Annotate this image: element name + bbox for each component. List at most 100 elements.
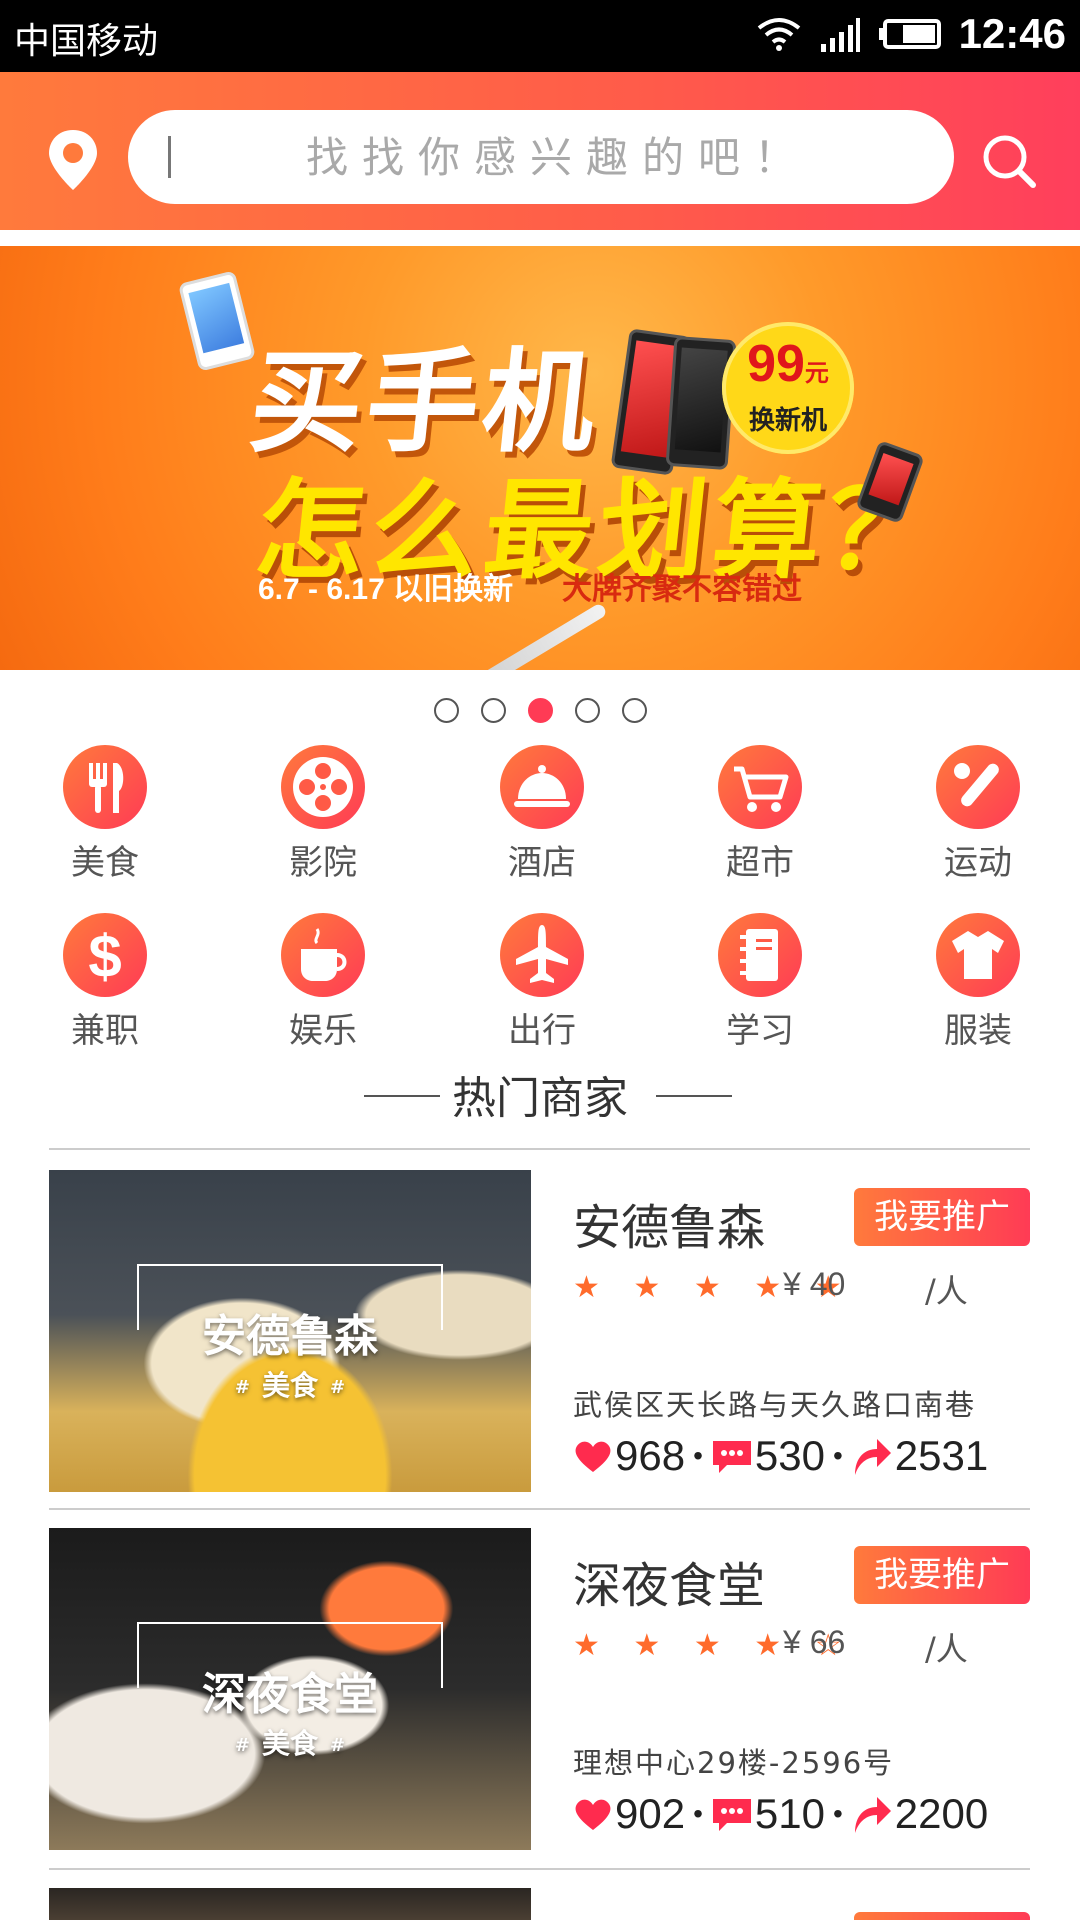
section-divider-right xyxy=(656,1095,732,1097)
category-label: 超市 xyxy=(726,843,794,883)
separator: • xyxy=(693,1798,703,1829)
merchant-card[interactable]: 深夜食堂 # 美食 # 深夜食堂 我要推广 ★ ★ ★ ★ ☆ ¥ 66 /人 理想… xyxy=(49,1528,1030,1850)
carousel-dot-active[interactable] xyxy=(527,698,553,723)
notebook-icon xyxy=(718,913,802,997)
merchant-photo[interactable]: 安德鲁森 # 美食 # xyxy=(49,1170,531,1492)
wifi-icon xyxy=(757,18,800,51)
carousel-dot[interactable] xyxy=(480,698,506,723)
battery-icon xyxy=(878,19,941,49)
phone-image xyxy=(177,270,257,372)
category-supermarket[interactable]: 超市 xyxy=(680,745,840,884)
share-icon[interactable] xyxy=(851,1435,893,1477)
merchant-address: 武侯区天长路与天久路口南巷 xyxy=(573,1388,977,1422)
signal-icon xyxy=(820,18,860,52)
carousel-indicator xyxy=(0,698,1080,723)
price-badge: 99元 换新机 xyxy=(722,322,854,454)
location-pin-icon[interactable] xyxy=(46,128,100,192)
category-parttime[interactable]: $ 兼职 xyxy=(25,913,185,1052)
photo-title: 深夜食堂 xyxy=(202,1669,378,1720)
clock: 12:46 xyxy=(958,10,1066,57)
section-title: 热门商家 xyxy=(452,1073,628,1124)
comment-icon[interactable] xyxy=(711,1437,753,1475)
divider xyxy=(49,1508,1030,1510)
fork-knife-icon xyxy=(63,745,147,829)
category-label: 服装 xyxy=(944,1011,1012,1051)
text-caret xyxy=(168,136,171,178)
divider xyxy=(49,1148,1030,1150)
carousel-dot[interactable] xyxy=(621,698,647,723)
category-travel[interactable]: 出行 xyxy=(462,913,622,1052)
photo-title: 安德鲁森 xyxy=(202,1311,378,1362)
tshirt-icon xyxy=(936,913,1020,997)
carousel-dot[interactable] xyxy=(433,698,459,723)
category-sports[interactable]: 运动 xyxy=(898,745,1058,884)
category-label: 影院 xyxy=(289,843,357,883)
price: ¥ 66 xyxy=(783,1624,846,1660)
coffee-cup-icon xyxy=(281,913,365,997)
likes-count: 968 xyxy=(615,1432,686,1479)
category-study[interactable]: 学习 xyxy=(680,913,840,1052)
merchant-photo[interactable] xyxy=(49,1888,531,1920)
baseball-icon xyxy=(936,745,1020,829)
badge-text: 换新机 xyxy=(748,406,827,436)
category-label: 学习 xyxy=(726,1011,794,1051)
merchant-name[interactable]: 深夜食堂 xyxy=(573,1546,765,1616)
merchant-name[interactable]: 安德鲁森 xyxy=(573,1188,765,1258)
divider xyxy=(49,1868,1030,1870)
category-label: 娱乐 xyxy=(289,1011,357,1051)
carrier-label: 中国移动 xyxy=(14,21,159,62)
search-bar[interactable] xyxy=(128,110,954,204)
promote-button[interactable]: 我要推广 xyxy=(854,1188,1030,1246)
comments-count: 510 xyxy=(754,1790,825,1837)
shares-count: 2200 xyxy=(894,1790,989,1837)
separator: • xyxy=(832,1798,843,1829)
merchant-photo[interactable]: 深夜食堂 # 美食 # xyxy=(49,1528,531,1850)
comments-count: 530 xyxy=(754,1432,825,1479)
price-unit: /人 xyxy=(925,1272,968,1310)
promo-banner[interactable]: 买手机 99元 换新机 怎么最划算？ 6.7 - 6.17 以旧换新 大牌齐聚不… xyxy=(0,246,1080,670)
status-bar: 中国移动 12:46 xyxy=(0,0,1080,72)
merchant-stats: 902 • 510 • 2200 xyxy=(573,1790,988,1838)
separator: • xyxy=(832,1440,843,1471)
category-label: 酒店 xyxy=(508,843,576,883)
search-input[interactable] xyxy=(198,110,918,204)
airplane-icon xyxy=(500,913,584,997)
merchant-card[interactable]: 安德鲁森 # 美食 # 安德鲁森 我要推广 ★ ★ ★ ★ ★ ¥ 40 /人 武侯… xyxy=(49,1170,1030,1492)
knife-image xyxy=(326,602,608,670)
category-label: 兼职 xyxy=(71,1011,139,1051)
share-icon[interactable] xyxy=(851,1793,893,1835)
category-cinema[interactable]: 影院 xyxy=(243,745,403,884)
top-header xyxy=(0,72,1080,230)
promote-button[interactable]: 我要推广 xyxy=(854,1546,1030,1604)
category-label: 出行 xyxy=(508,1011,576,1051)
photo-tag: # 美食 # xyxy=(234,1369,346,1402)
separator: • xyxy=(693,1440,703,1471)
photo-tag-text: 美食 xyxy=(261,1727,318,1760)
category-clothing[interactable]: 服装 xyxy=(898,913,1058,1052)
banner-subtitle-right: 大牌齐聚不容错过 xyxy=(562,572,802,607)
heart-icon[interactable] xyxy=(573,1438,613,1474)
comment-icon[interactable] xyxy=(711,1795,753,1833)
merchant-address: 理想中心29楼-2596号 xyxy=(573,1746,895,1780)
heart-icon[interactable] xyxy=(573,1796,613,1832)
merchant-stats: 968 • 530 • 2531 xyxy=(573,1432,988,1480)
dollar-icon: $ xyxy=(63,913,147,997)
price-unit: /人 xyxy=(925,1630,968,1668)
category-entertainment[interactable]: 娱乐 xyxy=(243,913,403,1052)
likes-count: 902 xyxy=(615,1790,686,1837)
badge-unit: 元 xyxy=(804,360,829,387)
category-label: 美食 xyxy=(71,843,139,883)
search-icon[interactable] xyxy=(982,134,1036,188)
category-label: 运动 xyxy=(944,843,1012,883)
promote-button[interactable] xyxy=(854,1912,1030,1920)
photo-tag: # 美食 # xyxy=(234,1727,346,1760)
shopping-cart-icon xyxy=(718,745,802,829)
badge-price: 99 xyxy=(747,335,805,393)
banner-subtitle-left: 6.7 - 6.17 以旧换新 xyxy=(258,573,514,606)
category-food[interactable]: 美食 xyxy=(25,745,185,884)
carousel-dot[interactable] xyxy=(574,698,600,723)
service-bell-icon xyxy=(500,745,584,829)
shares-count: 2531 xyxy=(894,1432,989,1479)
film-reel-icon xyxy=(281,745,365,829)
category-hotel[interactable]: 酒店 xyxy=(462,745,622,884)
